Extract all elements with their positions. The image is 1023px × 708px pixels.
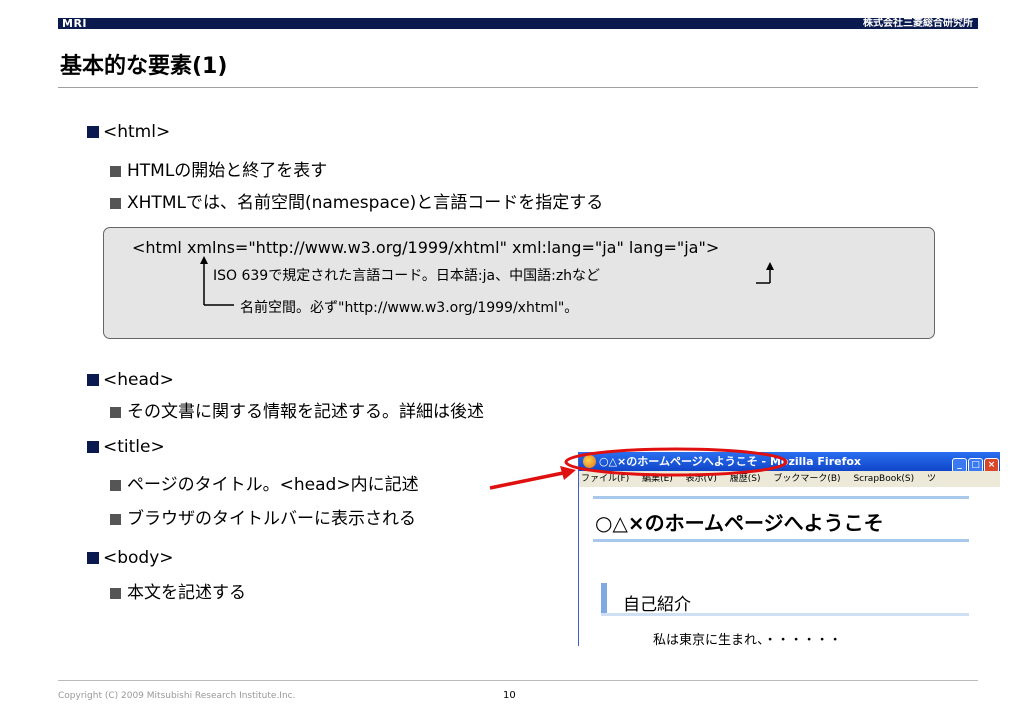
section-heading: 自己紹介 — [623, 595, 691, 615]
window-controls: _ □ × — [951, 454, 999, 473]
subbullet-text: その文書に関する情報を記述する。詳細は後述 — [127, 402, 484, 422]
page-heading: ○△×のホームページへようこそ — [595, 511, 884, 535]
square-bullet-icon — [87, 126, 99, 138]
header-bar — [58, 18, 978, 29]
browser-menubar: ファイル(F) 編集(E) 表示(V) 履歴(S) ブックマーク(B) Scra… — [579, 471, 1000, 487]
menu-history: 履歴(S) — [729, 474, 761, 484]
subbullet-text: XHTMLでは、名前空間(namespace)と言語コードを指定する — [127, 193, 604, 213]
slide-title: 基本的な要素(1) — [60, 54, 228, 79]
title-divider — [58, 87, 978, 88]
square-bullet-icon — [110, 588, 121, 599]
code-line: <html xmlns="http://www.w3.org/1999/xhtm… — [132, 238, 720, 257]
heading-rule-top — [593, 496, 969, 499]
bullet-body: <body> — [87, 547, 174, 569]
browser-titlebar: ○△×のホームページへようこそ - Mozilla Firefox _ □ × — [579, 452, 1000, 473]
subbullet-body-1: 本文を記述する — [110, 582, 246, 604]
subbullet-title-2: ブラウザのタイトルバーに表示される — [110, 508, 416, 530]
bullet-html: <html> — [87, 121, 170, 143]
square-bullet-icon — [87, 441, 99, 453]
company-name: 株式会社三菱総合研究所 — [863, 18, 973, 29]
bullet-title: <title> — [87, 436, 165, 458]
square-bullet-icon — [110, 407, 121, 418]
browser-content: ○△×のホームページへようこそ 自己紹介 私は東京に生まれ、・・・・・・ — [579, 487, 1000, 646]
subbullet-html-1: HTMLの開始と終了を表す — [110, 160, 327, 182]
section-accent-bar — [601, 583, 607, 615]
square-bullet-icon — [87, 552, 99, 564]
bullet-head: <head> — [87, 369, 174, 391]
namespace-note: 名前空間。必ず"http://www.w3.org/1999/xhtml"。 — [240, 300, 579, 316]
square-bullet-icon — [87, 374, 99, 386]
bullet-text: <body> — [103, 548, 174, 568]
subbullet-text: ページのタイトル。<head>内に記述 — [127, 475, 419, 495]
lang-code-note: ISO 639で規定された言語コード。日本語:ja、中国語:zhなど — [213, 268, 601, 284]
subbullet-head-1: その文書に関する情報を記述する。詳細は後述 — [110, 401, 484, 423]
footer-divider — [58, 680, 978, 681]
menu-scrapbook: ScrapBook(S) — [853, 474, 915, 484]
browser-screenshot: ○△×のホームページへようこそ - Mozilla Firefox _ □ × ファ… — [578, 452, 1000, 646]
square-bullet-icon — [110, 166, 121, 177]
mri-logo: MRI — [62, 17, 88, 30]
subbullet-html-2: XHTMLでは、名前空間(namespace)と言語コードを指定する — [110, 192, 603, 214]
square-bullet-icon — [110, 480, 121, 491]
heading-rule-bottom — [593, 539, 969, 542]
subbullet-text: 本文を記述する — [127, 583, 246, 603]
bullet-text: <html> — [103, 122, 171, 142]
menu-file: ファイル(F) — [581, 474, 630, 484]
menu-edit: 編集(E) — [642, 474, 673, 484]
firefox-logo-icon — [583, 455, 596, 468]
bullet-text: <head> — [103, 370, 174, 390]
copyright-text: Copyright (C) 2009 Mitsubishi Research I… — [58, 691, 296, 701]
section-underline — [601, 613, 969, 616]
menu-view: 表示(V) — [685, 474, 717, 484]
square-bullet-icon — [110, 198, 121, 209]
page-number: 10 — [503, 690, 516, 701]
subbullet-text: HTMLの開始と終了を表す — [127, 161, 328, 181]
square-bullet-icon — [110, 514, 121, 525]
browser-title-text: ○△×のホームページへようこそ - Mozilla Firefox — [599, 455, 862, 468]
subbullet-title-1: ページのタイトル。<head>内に記述 — [110, 474, 419, 496]
bullet-text: <title> — [103, 437, 165, 457]
body-paragraph: 私は東京に生まれ、・・・・・・ — [653, 633, 842, 646]
menu-bookmarks: ブックマーク(B) — [773, 474, 841, 484]
menu-tools: ツ — [927, 474, 937, 484]
subbullet-text: ブラウザのタイトルバーに表示される — [127, 509, 416, 529]
